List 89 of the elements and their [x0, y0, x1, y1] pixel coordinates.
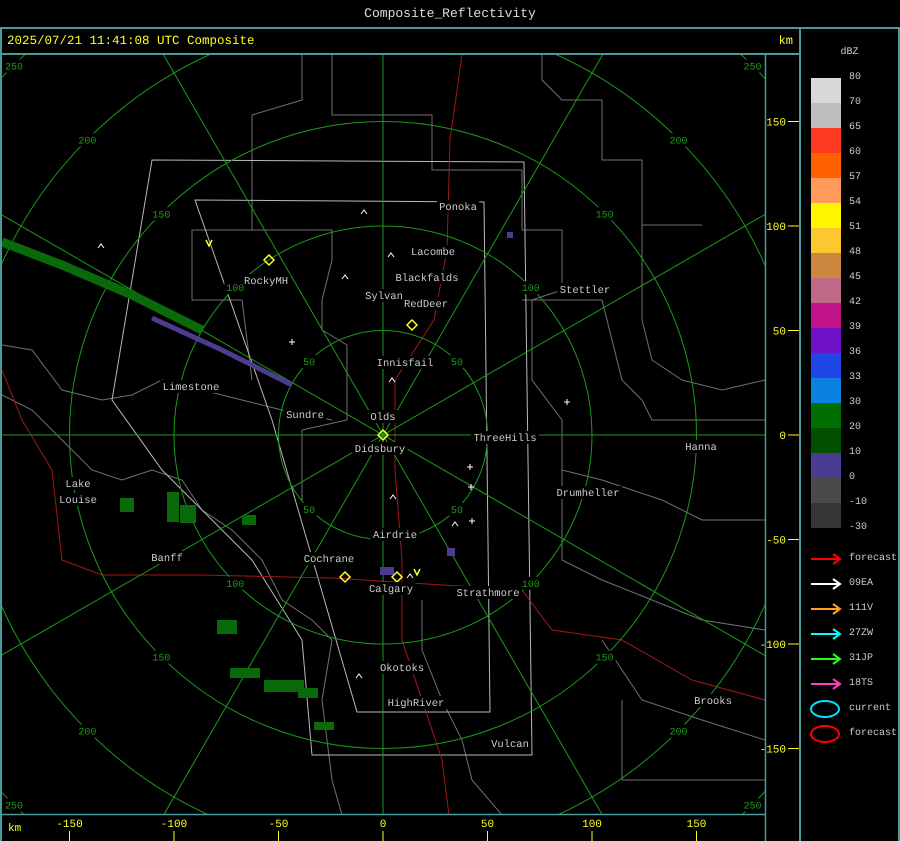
scale-label: 0 — [849, 471, 856, 485]
legend-label: forecast — [849, 728, 898, 739]
scale-label: 70 — [849, 96, 862, 110]
axis-tick-label: 50 — [480, 819, 494, 831]
city-label: HighRiver — [388, 698, 444, 710]
scale-label: 20 — [849, 421, 862, 435]
range-label: 150 — [596, 654, 614, 665]
city-label: Cochrane — [304, 554, 354, 566]
range-label: 50 — [303, 358, 316, 370]
city-label: Sylvan — [365, 291, 403, 303]
legend-title: dBZ — [839, 47, 860, 60]
legend-label: 31JP — [849, 653, 874, 664]
axis-tick-label: 150 — [766, 118, 786, 130]
city-label: Brooks — [694, 696, 732, 708]
legend-label: 111V — [849, 603, 874, 614]
axis-tick-label: 0 — [779, 431, 786, 443]
scale-label: 57 — [849, 171, 862, 185]
range-label: 50 — [450, 358, 463, 370]
range-label: 100 — [226, 580, 244, 591]
city-label: Calgary — [368, 584, 414, 596]
legend-label: 18TS — [849, 678, 874, 689]
range-label: 250 — [743, 801, 762, 812]
scale-label: -10 — [849, 496, 868, 510]
city-label: Innisfail — [376, 358, 434, 370]
city-label: RedDeer — [404, 299, 448, 311]
city-label: Lake Louise — [59, 479, 97, 507]
city-label: Banff — [151, 553, 183, 565]
axis-unit: km — [8, 823, 22, 835]
range-label: 250 — [743, 62, 762, 74]
axis-tick-label: 100 — [766, 222, 786, 234]
city-label: Strathmore — [456, 588, 520, 600]
window-title: Composite_Reflectivity — [0, 0, 900, 29]
scale-label: 65 — [849, 121, 862, 135]
timestamp: 2025/07/21 11:41:08 UTC Composite — [7, 34, 255, 48]
scale-label: 42 — [849, 296, 862, 310]
range-label: 150 — [152, 654, 170, 665]
scale-label: 48 — [849, 246, 862, 260]
city-label: Ponoka — [439, 202, 477, 214]
range-label: 200 — [78, 136, 96, 148]
legend-label: 09EA — [849, 578, 874, 589]
axis-tick-label: -50 — [268, 819, 288, 831]
range-label: 50 — [450, 506, 463, 517]
scale-label: 30 — [849, 396, 862, 410]
scale-label: -30 — [849, 521, 868, 535]
city-label: Limestone — [162, 382, 220, 394]
city-label: Okotoks — [380, 663, 424, 675]
range-label: 150 — [152, 210, 170, 222]
range-label: 100 — [226, 284, 244, 296]
scale-label: 80 — [849, 71, 862, 85]
axis-tick-label: 150 — [686, 819, 706, 831]
city-label: RockyMH — [244, 276, 288, 288]
range-label: 250 — [5, 62, 23, 74]
axis-tick-label: -100 — [160, 819, 188, 831]
legend-label: 27ZW — [849, 628, 874, 639]
city-label: Drumheller — [556, 488, 620, 500]
city-label: ThreeHills — [474, 433, 536, 445]
city-label: Blackfalds — [396, 273, 458, 285]
city-label: Didsbury — [354, 444, 406, 456]
axis-tick-label: -50 — [766, 536, 786, 548]
range-label: 100 — [522, 284, 540, 296]
city-label: Sundre — [286, 410, 324, 422]
scale-label: 51 — [849, 221, 862, 235]
city-label: Airdrie — [372, 530, 418, 542]
city-label: Lacombe — [410, 247, 456, 259]
legend-label: current — [849, 703, 892, 714]
city-label: Olds — [370, 412, 396, 424]
range-label: 250 — [5, 801, 23, 812]
range-label: 200 — [670, 136, 688, 148]
scale-label: 54 — [849, 196, 862, 210]
axis-tick-label: 50 — [772, 326, 786, 338]
city-label: Vulcan — [491, 739, 529, 751]
axis-tick-label: -150 — [56, 819, 83, 831]
range-label: 50 — [303, 506, 316, 517]
scale-label: 39 — [849, 321, 862, 335]
legend-label: forecast — [849, 553, 898, 564]
axis-tick-label: 0 — [380, 819, 386, 831]
scale-label: 36 — [849, 346, 862, 360]
axis-unit: km — [778, 34, 793, 48]
range-label: 200 — [78, 728, 96, 739]
axis-tick-label: 100 — [582, 819, 602, 831]
scale-label: 45 — [849, 271, 862, 285]
city-label: Stettler — [560, 285, 610, 297]
range-label: 200 — [670, 728, 688, 739]
scale-label: 33 — [849, 371, 862, 385]
range-label: 150 — [596, 210, 614, 222]
range-label: 100 — [522, 580, 540, 591]
city-label: Hanna — [685, 442, 717, 454]
scale-label: 10 — [849, 446, 862, 460]
scale-label: 60 — [849, 146, 862, 160]
